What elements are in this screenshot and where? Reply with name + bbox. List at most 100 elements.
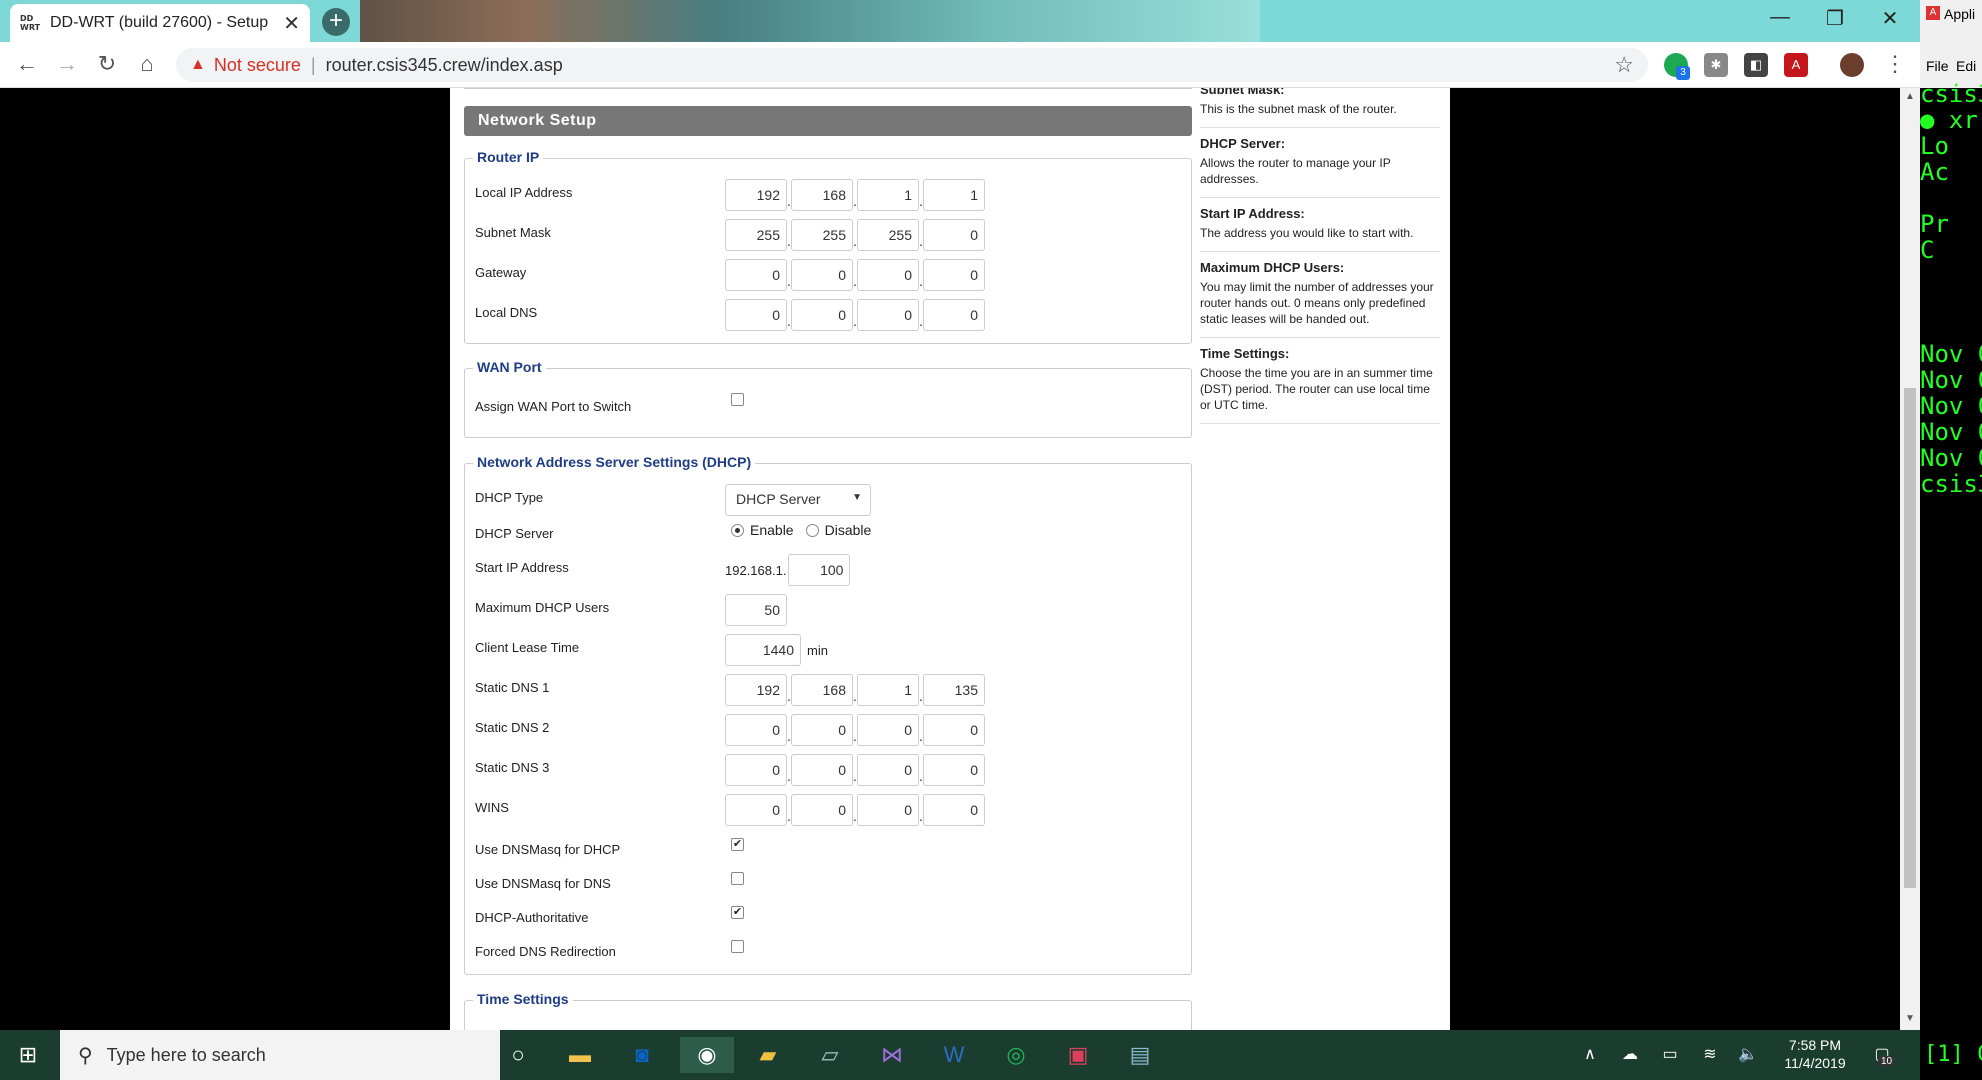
onedrive-icon[interactable]: ☁ — [1610, 1037, 1650, 1073]
outlook-icon[interactable]: ◙ — [622, 1037, 662, 1073]
subnet-mask-octet-2[interactable]: 255 — [791, 219, 853, 251]
start-ip-input[interactable]: 100 — [788, 554, 851, 586]
lease-time-input[interactable]: 1440 — [725, 634, 801, 666]
battery-icon[interactable]: ▭ — [1650, 1037, 1690, 1073]
static-dns-1-octet-3[interactable]: 1 — [857, 674, 919, 706]
browser-tab[interactable]: DD WRT DD-WRT (build 27600) - Setup ✕ — [10, 4, 310, 42]
scroll-down-icon[interactable]: ▼ — [1905, 1013, 1915, 1024]
close-tab-icon[interactable]: ✕ — [283, 11, 300, 36]
address-bar[interactable]: ▲ Not secure | router.csis345.crew/index… — [176, 48, 1648, 82]
local-ip-octet-3[interactable]: 1 — [857, 179, 919, 211]
terminal-taskbar-strip: [1] C — [1920, 1030, 1982, 1080]
gateway-octet-4[interactable]: 0 — [923, 259, 985, 291]
dhcp-authoritative-label: DHCP-Authoritative — [475, 910, 589, 925]
right-app-header: A Appli File Edi — [1920, 0, 1982, 88]
menu-edit[interactable]: Edi — [1956, 58, 1976, 74]
static-dns-2-octet-1[interactable]: 0 — [725, 714, 787, 746]
visual-studio-icon[interactable]: ⋈ — [872, 1037, 912, 1073]
back-arrow-icon[interactable]: ← — [12, 51, 42, 77]
start-ip-label: Start IP Address — [475, 560, 569, 575]
static-dns-3-octet-1[interactable]: 0 — [725, 754, 787, 786]
gateway-octet-1[interactable]: 0 — [725, 259, 787, 291]
static-dns-1-octet-2[interactable]: 168 — [791, 674, 853, 706]
gateway-octet-3[interactable]: 0 — [857, 259, 919, 291]
word-icon[interactable]: W — [934, 1037, 974, 1073]
show-hidden-icons[interactable]: ∧ — [1570, 1037, 1610, 1073]
remote-desktop-icon[interactable]: ▤ — [1120, 1037, 1160, 1073]
static-dns-1-octet-4[interactable]: 135 — [923, 674, 985, 706]
windows-start-icon[interactable]: ⊞ — [8, 1037, 48, 1073]
window-close-icon[interactable]: ✕ — [1870, 6, 1910, 31]
gateway-octet-2[interactable]: 0 — [791, 259, 853, 291]
pdf-extension-icon[interactable]: A — [1784, 53, 1808, 77]
assign-wan-checkbox[interactable] — [731, 393, 744, 406]
help-item-description: Choose the time you are in an summer tim… — [1200, 366, 1433, 412]
volume-icon[interactable]: 🔈 — [1728, 1037, 1768, 1073]
menu-file[interactable]: File — [1926, 58, 1949, 74]
static-dns-2-octet-2[interactable]: 0 — [791, 714, 853, 746]
local-dns-octet-4[interactable]: 0 — [923, 299, 985, 331]
local-dns-octet-3[interactable]: 0 — [857, 299, 919, 331]
wins-octet-1[interactable]: 0 — [725, 794, 787, 826]
notifications-icon[interactable]: ▢ — [1862, 1037, 1902, 1073]
bug-extension-icon[interactable]: ✱ — [1704, 53, 1728, 77]
max-users-input[interactable]: 50 — [725, 594, 787, 626]
url-text[interactable]: router.csis345.crew/index.asp — [326, 55, 563, 76]
scrollbar-thumb[interactable] — [1904, 388, 1916, 888]
dhcp-authoritative-checkbox[interactable]: ✔ — [731, 906, 744, 919]
dnsmasq-dhcp-checkbox[interactable]: ✔ — [731, 838, 744, 851]
lastpass-icon[interactable]: ◧ — [1744, 53, 1768, 77]
disable-radio[interactable] — [805, 523, 819, 537]
subnet-mask-octet-1[interactable]: 255 — [725, 219, 787, 251]
static-dns-1-octet-1[interactable]: 192 — [725, 674, 787, 706]
notes-icon[interactable]: ▱ — [810, 1037, 850, 1073]
wifi-icon[interactable]: ≋ — [1690, 1037, 1730, 1073]
dnsmasq-dns-checkbox[interactable] — [731, 872, 744, 885]
max-users-row: Maximum DHCP Users 50 — [475, 594, 1185, 626]
static-dns-3-octet-3[interactable]: 0 — [857, 754, 919, 786]
taskbar-search[interactable]: ⚲ Type here to search — [60, 1030, 500, 1080]
page-scrollbar[interactable]: ▲ ▼ — [1900, 88, 1920, 1030]
static-dns-1-label: Static DNS 1 — [475, 680, 550, 695]
wins-octet-3[interactable]: 0 — [857, 794, 919, 826]
new-tab-button[interactable]: + — [322, 8, 350, 36]
local-ip-octet-2[interactable]: 168 — [791, 179, 853, 211]
minimize-icon[interactable]: — — [1760, 6, 1800, 29]
static-dns-3-octet-4[interactable]: 0 — [923, 754, 985, 786]
static-dns-2-octet-3[interactable]: 0 — [857, 714, 919, 746]
reload-icon[interactable]: ↻ — [92, 51, 122, 77]
terminal-line: Pr — [1920, 210, 1949, 238]
static-dns-3-label: Static DNS 3 — [475, 760, 550, 775]
local-dns-octet-2[interactable]: 0 — [791, 299, 853, 331]
home-icon[interactable]: ⌂ — [132, 51, 162, 77]
local-ip-octet-4[interactable]: 1 — [923, 179, 985, 211]
forward-arrow-icon[interactable]: → — [52, 51, 82, 77]
cortana-icon[interactable]: ○ — [498, 1037, 538, 1073]
profile-avatar[interactable] — [1840, 53, 1864, 77]
not-secure-label[interactable]: Not secure — [214, 55, 301, 76]
wins-octet-4[interactable]: 0 — [923, 794, 985, 826]
local-ip-octet-1[interactable]: 192 — [725, 179, 787, 211]
wins-octet-2[interactable]: 0 — [791, 794, 853, 826]
folder-icon[interactable]: ▰ — [748, 1037, 788, 1073]
chrome-menu-icon[interactable]: ⋮ — [1880, 51, 1910, 77]
dhcp-type-select[interactable]: DHCP Server ▼ — [725, 484, 871, 516]
scroll-up-icon[interactable]: ▲ — [1905, 91, 1915, 102]
notification-count: 10 — [1878, 1056, 1896, 1067]
spotify-icon[interactable]: ◎ — [996, 1037, 1036, 1073]
forced-dns-redirection-checkbox[interactable] — [731, 940, 744, 953]
camera-app-icon[interactable]: ▣ — [1058, 1037, 1098, 1073]
static-dns-2-octet-4[interactable]: 0 — [923, 714, 985, 746]
subnet-mask-octet-4[interactable]: 0 — [923, 219, 985, 251]
enable-radio[interactable] — [731, 523, 744, 537]
chrome-taskbar-icon[interactable]: ◉ — [680, 1037, 734, 1073]
file-explorer-icon[interactable]: ▬ — [560, 1037, 600, 1073]
app-icon: A — [1926, 6, 1940, 20]
static-dns-3-octet-2[interactable]: 0 — [791, 754, 853, 786]
bookmark-star-icon[interactable]: ☆ — [1614, 52, 1634, 78]
system-clock[interactable]: 7:58 PM 11/4/2019 — [1775, 1036, 1855, 1072]
wan-port-fieldset: WAN Port Assign WAN Port to Switch — [464, 359, 1192, 438]
local-dns-octet-1[interactable]: 0 — [725, 299, 787, 331]
subnet-mask-octet-3[interactable]: 255 — [857, 219, 919, 251]
restore-icon[interactable]: ❐ — [1815, 6, 1855, 31]
